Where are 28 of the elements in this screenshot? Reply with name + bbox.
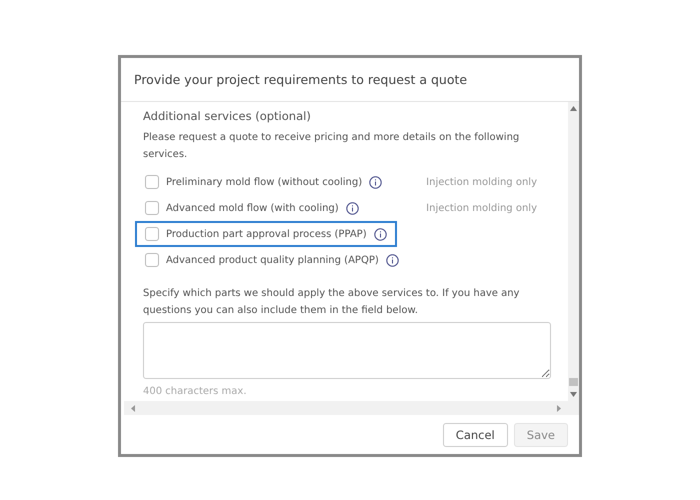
option-note: Injection molding only xyxy=(426,202,537,214)
option-note: Injection molding only xyxy=(426,176,537,188)
scroll-down-arrow-icon[interactable] xyxy=(570,392,577,397)
checkbox[interactable] xyxy=(145,175,159,189)
checkbox[interactable] xyxy=(145,227,159,241)
checkbox[interactable] xyxy=(145,253,159,267)
vertical-scrollbar[interactable] xyxy=(568,102,579,401)
section-description: Please request a quote to receive pricing and more details on the following services. xyxy=(143,131,520,162)
section-heading: Additional services (optional) xyxy=(143,109,312,123)
dialog-title: Provide your project requirements to request a quote xyxy=(134,72,468,87)
option-label[interactable]: Preliminary mold flow (without cooling) xyxy=(166,176,362,188)
info-icon[interactable] xyxy=(386,254,399,266)
info-icon[interactable] xyxy=(374,228,387,240)
info-icon[interactable] xyxy=(346,202,359,214)
field-instructions: Specify which parts we should apply the above services to. If you have any questions you can also include them in the field below. xyxy=(143,287,520,318)
scroll-up-arrow-icon[interactable] xyxy=(570,106,577,111)
option-label[interactable]: Production part approval process (PPAP) xyxy=(166,228,367,240)
scrollbar-thumb[interactable] xyxy=(569,378,578,386)
option-label[interactable]: Advanced product quality planning (APQP) xyxy=(166,254,379,266)
character-limit-hint: 400 characters max. xyxy=(143,386,248,397)
cancel-button[interactable]: Cancel xyxy=(442,422,508,446)
info-icon[interactable] xyxy=(369,176,382,188)
comments-field[interactable] xyxy=(143,322,551,379)
scroll-right-arrow-icon[interactable] xyxy=(557,404,561,412)
option-label[interactable]: Advanced mold flow (with cooling) xyxy=(166,202,339,214)
horizontal-scrollbar[interactable] xyxy=(124,401,579,415)
scroll-left-arrow-icon[interactable] xyxy=(131,404,135,412)
checkbox[interactable] xyxy=(145,201,159,215)
